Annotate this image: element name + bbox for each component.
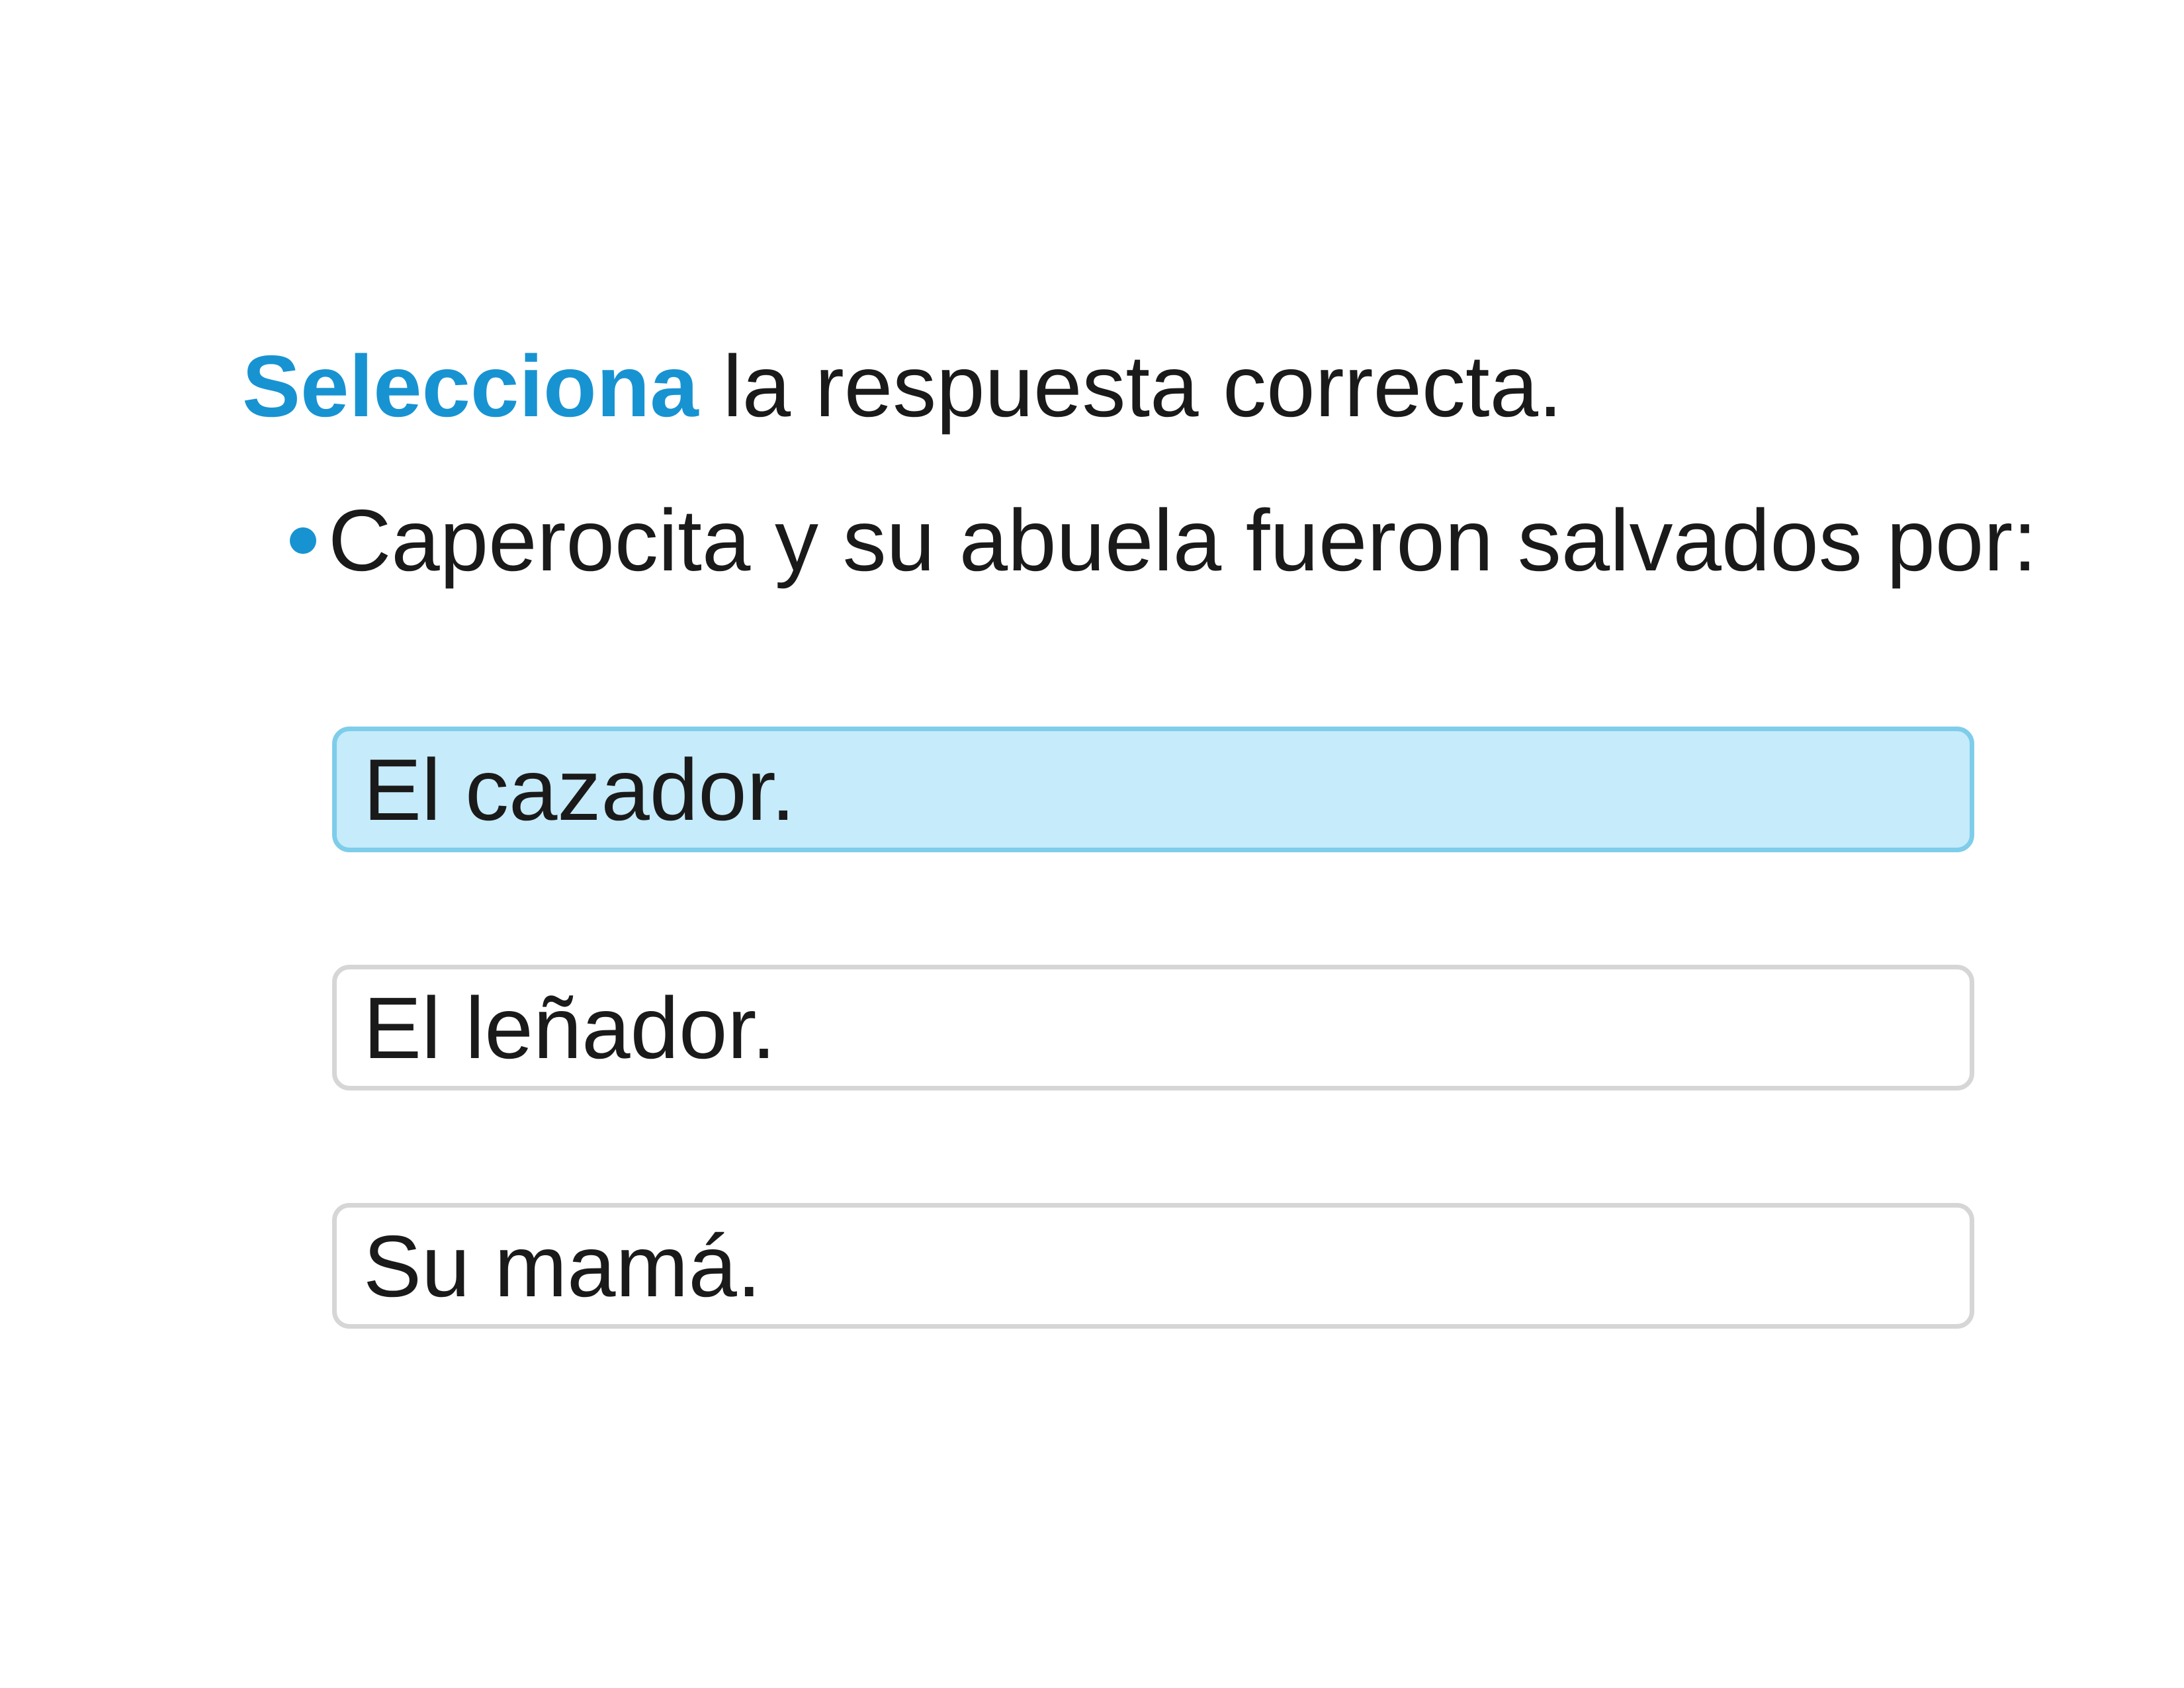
instruction-text: Selecciona la respuesta correcta. <box>242 334 1563 439</box>
answer-option-label: El leñador. <box>363 979 776 1077</box>
answer-option-1[interactable]: El cazador. <box>332 727 1974 852</box>
answer-option-2[interactable]: El leñador. <box>332 965 1974 1090</box>
bullet-icon <box>290 527 316 555</box>
question: Caperocita y su abuela fueron salvados p… <box>290 488 2037 593</box>
answer-options: El cazador. El leñador. Su mamá. <box>332 727 1974 1441</box>
instruction-rest: la respuesta correcta. <box>722 337 1563 435</box>
question-text: Caperocita y su abuela fueron salvados p… <box>328 492 2037 589</box>
answer-option-3[interactable]: Su mamá. <box>332 1203 1974 1329</box>
answer-option-label: El cazador. <box>363 740 796 838</box>
instruction-verb: Selecciona <box>242 337 699 435</box>
answer-option-label: Su mamá. <box>363 1217 762 1315</box>
